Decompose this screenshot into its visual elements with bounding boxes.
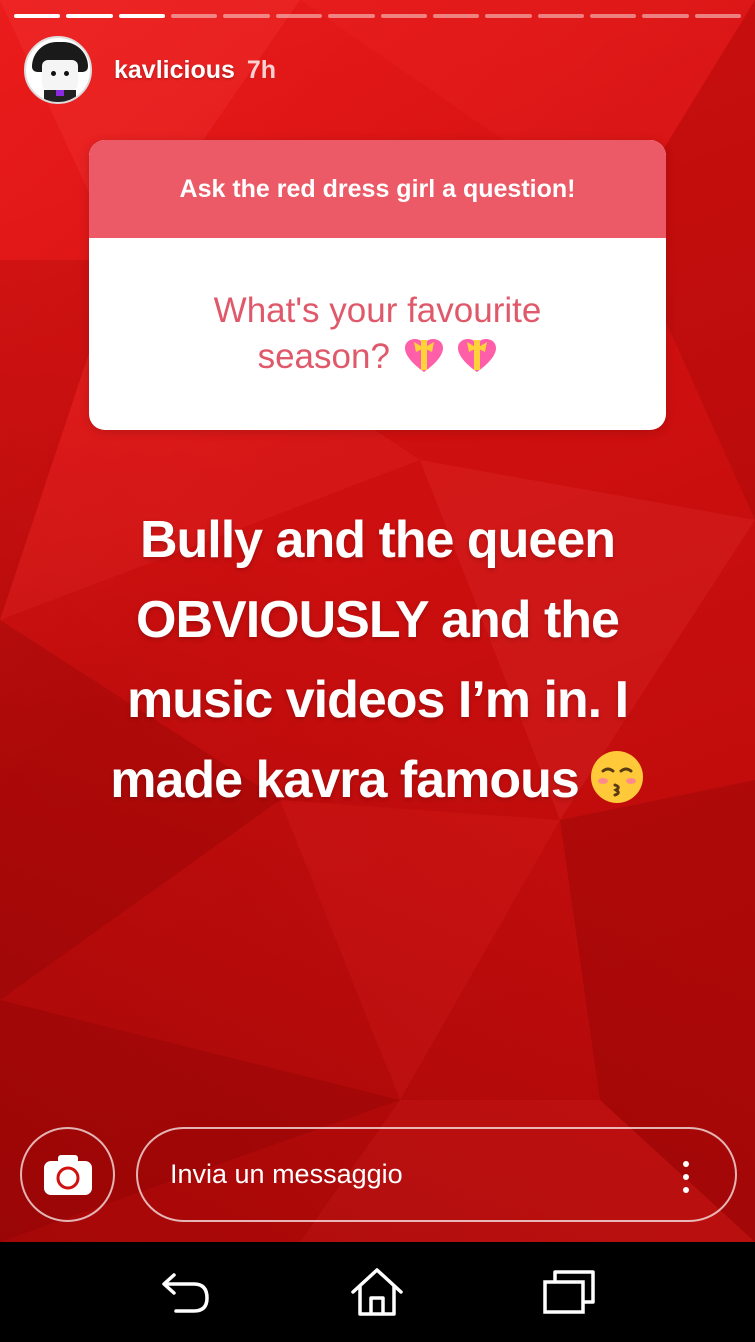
- heart-with-ribbon-icon: [458, 339, 497, 372]
- progress-segment: [328, 14, 375, 18]
- progress-segment: [589, 14, 637, 18]
- progress-segment: [223, 14, 270, 18]
- username[interactable]: kavlicious: [114, 56, 235, 85]
- answer-line: OBVIOUSLY and the: [136, 591, 620, 649]
- answer-line: music videos I’m in. I: [126, 671, 629, 729]
- back-button[interactable]: [156, 1262, 216, 1322]
- progress-segment: [14, 14, 61, 18]
- progress-segment: [66, 14, 113, 18]
- story-view[interactable]: kavlicious 7h Ask the red dress girl a q…: [0, 0, 755, 1242]
- home-icon: [351, 1268, 404, 1316]
- progress-segment: [275, 14, 323, 18]
- progress-segment: [380, 14, 427, 18]
- story-header: kavlicious 7h: [24, 36, 276, 104]
- message-input-placeholder: Invia un messaggio: [170, 1159, 403, 1189]
- kissing-face-icon: [590, 751, 643, 803]
- message-input[interactable]: Invia un messaggio: [136, 1127, 737, 1222]
- progress-segment: [537, 14, 584, 18]
- avatar[interactable]: [24, 36, 92, 104]
- answer-line: Bully and the queen: [139, 511, 616, 569]
- question-sticker: Ask the red dress girl a question! What'…: [89, 140, 666, 430]
- progress-segment: [118, 14, 166, 18]
- more-options-icon[interactable]: [683, 1161, 689, 1193]
- home-button[interactable]: [347, 1262, 407, 1322]
- progress-segment: [485, 14, 532, 18]
- answer-text: Bully and the queen OBVIOUSLY and the mu…: [40, 500, 715, 820]
- story-progress-bar: [14, 14, 742, 18]
- progress-segment: [642, 14, 689, 18]
- question-sticker-body: What's your favourite season?: [89, 238, 666, 430]
- back-icon: [162, 1273, 209, 1313]
- progress-segment: [171, 14, 218, 18]
- answer-line-last: made kavra famous: [40, 740, 715, 820]
- question-sticker-title: Ask the red dress girl a question!: [89, 140, 666, 238]
- heart-with-ribbon-icon: [404, 339, 443, 372]
- camera-icon: [43, 1154, 92, 1195]
- progress-segment: [694, 14, 742, 18]
- recents-icon: [543, 1270, 595, 1314]
- system-nav-bar: [0, 1242, 755, 1342]
- progress-segment: [432, 14, 480, 18]
- timestamp: 7h: [246, 55, 277, 84]
- camera-button[interactable]: [20, 1127, 115, 1222]
- answer-line-text: made kavra famous: [110, 751, 580, 809]
- recents-button[interactable]: [539, 1262, 599, 1322]
